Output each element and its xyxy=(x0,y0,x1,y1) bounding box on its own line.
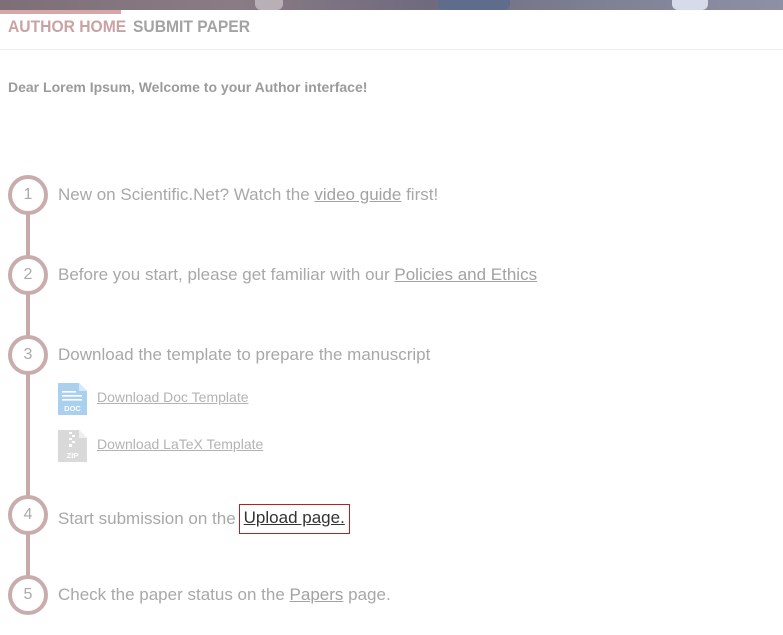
step-5-label: Check the paper status on the xyxy=(58,585,290,604)
tab-author-home[interactable]: AUTHOR HOME xyxy=(8,10,126,44)
download-latex-template-link[interactable]: Download LaTeX Template xyxy=(97,436,263,452)
doc-file-icon: DOC xyxy=(58,383,87,415)
step-2-label: Before you start, please get familiar wi… xyxy=(58,265,395,284)
step-1-text: New on Scientific.Net? Watch the video g… xyxy=(58,185,438,205)
step-2-text: Before you start, please get familiar wi… xyxy=(58,265,537,285)
step-1-circle: 1 xyxy=(8,175,48,215)
download-doc-template-link[interactable]: Download Doc Template xyxy=(97,389,249,405)
banner-decoration xyxy=(255,0,283,10)
papers-link[interactable]: Papers xyxy=(290,585,344,604)
welcome-message: Dear Lorem Ipsum, Welcome to your Author… xyxy=(8,79,368,95)
step-4-label: Start submission on the xyxy=(58,509,236,528)
step-5-suffix: page. xyxy=(343,585,391,604)
doc-badge: DOC xyxy=(64,404,81,413)
step-5-circle: 5 xyxy=(8,575,48,615)
step-3-text: Download the template to prepare the man… xyxy=(58,345,431,364)
step-5-text: Check the paper status on the Papers pag… xyxy=(58,585,391,605)
author-nav: AUTHOR HOME SUBMIT PAPER xyxy=(0,10,783,50)
step-3-circle: 3 xyxy=(8,335,48,375)
step-1-label: New on Scientific.Net? Watch the xyxy=(58,185,315,204)
banner-decoration xyxy=(672,0,708,10)
video-guide-link[interactable]: video guide xyxy=(314,185,401,204)
upload-page-label[interactable]: Upload page xyxy=(244,508,340,527)
step-2-circle: 2 xyxy=(8,255,48,295)
step-4-circle: 4 xyxy=(8,495,48,535)
zip-file-icon: ZIP xyxy=(58,430,87,462)
zip-badge: ZIP xyxy=(67,451,79,460)
tab-submit-paper[interactable]: SUBMIT PAPER xyxy=(133,10,250,44)
policies-ethics-link[interactable]: Policies and Ethics xyxy=(394,265,537,284)
step-4-text: Start submission on the Upload page. xyxy=(58,504,350,535)
header-banner xyxy=(0,0,783,10)
banner-decoration xyxy=(438,0,510,10)
upload-page-period: . xyxy=(340,508,345,527)
upload-page-link[interactable]: Upload page. xyxy=(238,504,350,534)
step-1-suffix: first! xyxy=(401,185,439,204)
